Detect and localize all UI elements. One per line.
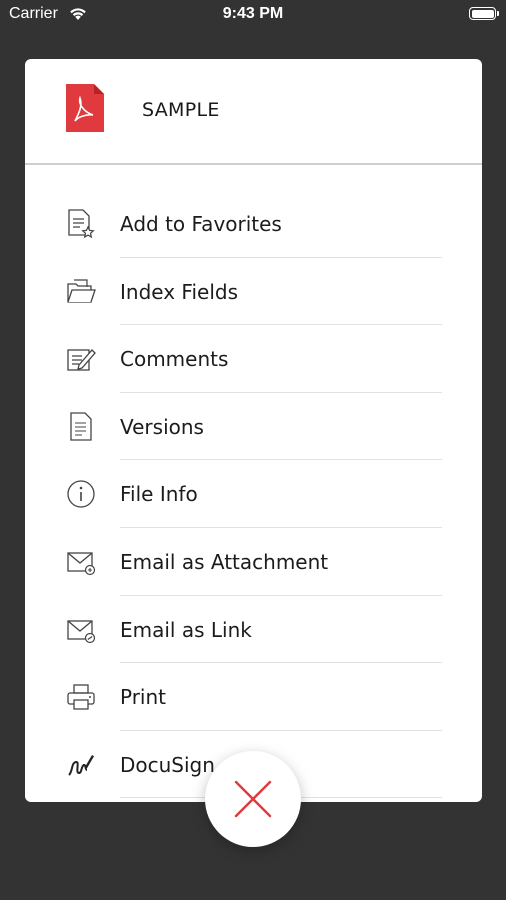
close-icon bbox=[234, 780, 272, 818]
menu-item-label: Add to Favorites bbox=[120, 212, 282, 236]
actions-menu: Add to Favorites Index Fields Comments V… bbox=[25, 190, 482, 799]
document-title: SAMPLE bbox=[142, 99, 220, 121]
versions-document-icon bbox=[70, 412, 92, 441]
document-header: SAMPLE bbox=[25, 59, 482, 165]
close-button[interactable] bbox=[205, 751, 301, 847]
menu-item-versions[interactable]: Versions bbox=[25, 393, 482, 461]
menu-item-email-link[interactable]: Email as Link bbox=[25, 596, 482, 664]
email-link-icon bbox=[67, 619, 96, 643]
comment-edit-icon bbox=[67, 349, 96, 371]
battery-icon bbox=[469, 7, 499, 20]
menu-item-label: Email as Link bbox=[120, 617, 252, 642]
clock: 9:43 PM bbox=[222, 5, 284, 22]
menu-item-label: Comments bbox=[120, 347, 229, 372]
docusign-icon bbox=[68, 754, 94, 776]
status-bar: Carrier 9:43 PM bbox=[0, 0, 506, 30]
menu-item-print[interactable]: Print bbox=[25, 663, 482, 731]
menu-item-index-fields[interactable]: Index Fields bbox=[25, 258, 482, 326]
menu-item-label: Print bbox=[120, 685, 167, 710]
favorite-document-icon bbox=[68, 209, 95, 239]
menu-item-label: File Info bbox=[120, 482, 198, 507]
email-attachment-icon bbox=[67, 552, 96, 576]
menu-item-label: Index Fields bbox=[120, 279, 238, 304]
print-icon bbox=[67, 684, 95, 710]
pdf-file-icon bbox=[66, 84, 104, 132]
menu-item-email-attachment[interactable]: Email as Attachment bbox=[25, 528, 482, 596]
info-icon bbox=[67, 480, 95, 509]
document-actions-sheet: SAMPLE Add to Favorites Index Fields Com… bbox=[25, 59, 482, 802]
menu-item-label: DocuSign bbox=[120, 752, 215, 777]
menu-item-label: Versions bbox=[120, 414, 204, 439]
folder-open-icon bbox=[67, 278, 96, 303]
menu-item-label: Email as Attachment bbox=[120, 549, 329, 574]
menu-item-comments[interactable]: Comments bbox=[25, 325, 482, 393]
menu-item-add-to-favorites[interactable]: Add to Favorites bbox=[25, 190, 482, 258]
menu-item-file-info[interactable]: File Info bbox=[25, 460, 482, 528]
